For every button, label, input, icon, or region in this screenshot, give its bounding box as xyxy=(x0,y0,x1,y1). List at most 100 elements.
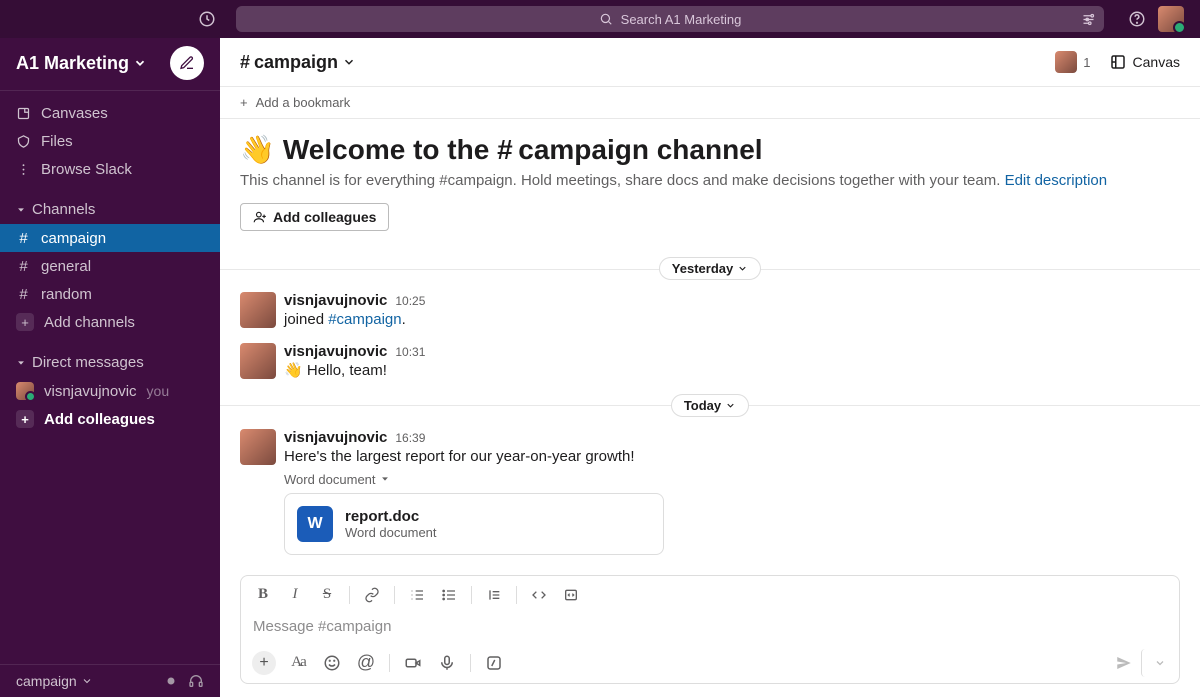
composer-input[interactable]: Message #campaign xyxy=(241,614,1179,645)
chevron-down-icon xyxy=(81,675,93,687)
divider xyxy=(394,586,395,604)
headphones-icon[interactable] xyxy=(188,673,204,689)
message-author[interactable]: visnjavujnovic xyxy=(284,343,387,360)
video-button[interactable] xyxy=(398,649,428,677)
edit-description-link[interactable]: Edit description xyxy=(1005,172,1108,189)
mention-button[interactable]: @ xyxy=(351,649,381,677)
message-time: 16:39 xyxy=(395,431,425,445)
add-channels[interactable]: + Add channels xyxy=(0,308,220,336)
filter-icon[interactable] xyxy=(1081,12,1096,27)
sidebar-footer: campaign xyxy=(0,664,220,697)
hash-icon: # xyxy=(16,258,31,275)
add-colleagues-button[interactable]: Add colleagues xyxy=(240,203,389,231)
code-button[interactable] xyxy=(525,582,553,608)
message-avatar[interactable] xyxy=(240,292,276,328)
dm-self[interactable]: visnjavujnovic you xyxy=(0,377,220,405)
italic-button[interactable]: I xyxy=(281,582,309,608)
mic-button[interactable] xyxy=(432,649,462,677)
files-icon xyxy=(16,134,31,149)
code-block-button[interactable] xyxy=(557,582,585,608)
message-row: visnjavujnovic 10:25 joined #campaign. xyxy=(220,286,1200,337)
divider xyxy=(516,586,517,604)
date-pill[interactable]: Yesterday xyxy=(659,257,761,280)
message-row: visnjavujnovic 16:39 Here's the largest … xyxy=(220,423,1200,561)
history-icon[interactable] xyxy=(198,10,216,28)
shortcut-button[interactable] xyxy=(479,649,509,677)
link-button[interactable] xyxy=(358,582,386,608)
help-icon[interactable] xyxy=(1128,10,1146,28)
sidebar-item-label: Browse Slack xyxy=(41,161,132,178)
canvas-button[interactable]: Canvas xyxy=(1109,53,1180,71)
message-text: Here's the largest report for our year-o… xyxy=(284,446,1180,468)
top-bar: Search A1 Marketing xyxy=(0,0,1200,38)
plus-icon: + xyxy=(240,95,248,110)
attachment-label[interactable]: Word document xyxy=(284,472,1180,487)
channel-name: campaign xyxy=(254,52,338,73)
sidebar-item-browse[interactable]: Browse Slack xyxy=(0,155,220,183)
message-text: 👋 Hello, team! xyxy=(284,360,1180,382)
search-input[interactable]: Search A1 Marketing xyxy=(236,6,1104,32)
user-avatar[interactable] xyxy=(1158,6,1184,32)
file-attachment[interactable]: W report.doc Word document xyxy=(284,493,664,555)
plus-icon: + xyxy=(16,410,34,428)
welcome-section: 👋 Welcome to the # campaign channel This… xyxy=(220,119,1200,251)
ordered-list-button[interactable] xyxy=(403,582,431,608)
channel-general[interactable]: # general xyxy=(0,252,220,280)
date-pill[interactable]: Today xyxy=(671,394,749,417)
search-placeholder: Search A1 Marketing xyxy=(621,12,742,27)
message-avatar[interactable] xyxy=(240,429,276,465)
date-divider-yesterday: Yesterday xyxy=(220,257,1200,280)
blockquote-button[interactable] xyxy=(480,582,508,608)
composer-toolbar: B I S xyxy=(241,576,1179,614)
chevron-down-icon xyxy=(725,400,736,411)
sidebar-item-files[interactable]: Files xyxy=(0,127,220,155)
section-label: Channels xyxy=(32,201,95,218)
footer-channel[interactable]: campaign xyxy=(16,673,93,689)
channel-campaign[interactable]: # campaign xyxy=(0,224,220,252)
add-colleagues-link[interactable]: + Add colleagues xyxy=(0,405,220,433)
canvas-icon xyxy=(1109,53,1127,71)
workspace-switcher[interactable]: A1 Marketing xyxy=(0,38,220,91)
message-author[interactable]: visnjavujnovic xyxy=(284,292,387,309)
bullet-list-button[interactable] xyxy=(435,582,463,608)
channels-section[interactable]: Channels xyxy=(0,195,220,224)
dms-section[interactable]: Direct messages xyxy=(0,348,220,377)
file-type: Word document xyxy=(345,525,437,540)
sidebar-item-label: Canvases xyxy=(41,105,108,122)
message-row: visnjavujnovic 10:31 👋 Hello, team! xyxy=(220,337,1200,388)
send-options[interactable] xyxy=(1141,649,1171,677)
dm-avatar xyxy=(16,382,34,400)
welcome-title: 👋 Welcome to the # campaign channel xyxy=(240,133,1180,166)
channel-random[interactable]: # random xyxy=(0,280,220,308)
send-button[interactable] xyxy=(1109,649,1139,677)
add-bookmark[interactable]: + Add a bookmark xyxy=(220,87,1200,119)
plus-icon: + xyxy=(16,313,34,331)
divider xyxy=(471,586,472,604)
chevron-down-icon xyxy=(133,56,147,70)
caret-down-icon xyxy=(380,474,390,484)
attach-button[interactable]: + xyxy=(249,649,279,677)
status-circle-icon[interactable] xyxy=(164,674,178,688)
sidebar-item-label: Files xyxy=(41,133,73,150)
member-count[interactable]: 1 xyxy=(1055,51,1090,73)
sidebar: A1 Marketing Canvases Files Browse Slack… xyxy=(0,38,220,697)
more-vertical-icon xyxy=(16,162,31,177)
message-time: 10:31 xyxy=(395,345,425,359)
caret-down-icon xyxy=(16,205,26,215)
channel-title[interactable]: # campaign xyxy=(240,52,356,73)
sidebar-item-canvases[interactable]: Canvases xyxy=(0,99,220,127)
compose-button[interactable] xyxy=(170,46,204,80)
format-button[interactable]: Aa xyxy=(283,649,313,677)
channel-name: campaign xyxy=(41,230,106,247)
emoji-button[interactable] xyxy=(317,649,347,677)
message-author[interactable]: visnjavujnovic xyxy=(284,429,387,446)
wave-icon: 👋 xyxy=(284,362,303,379)
strike-button[interactable]: S xyxy=(313,582,341,608)
bold-button[interactable]: B xyxy=(249,582,277,608)
message-avatar[interactable] xyxy=(240,343,276,379)
sidebar-item-label: Add colleagues xyxy=(44,411,155,428)
wave-icon: 👋 xyxy=(240,133,275,166)
hash-icon: # xyxy=(16,286,31,303)
hash-icon: # xyxy=(16,230,31,247)
dm-username: visnjavujnovic xyxy=(44,383,137,400)
